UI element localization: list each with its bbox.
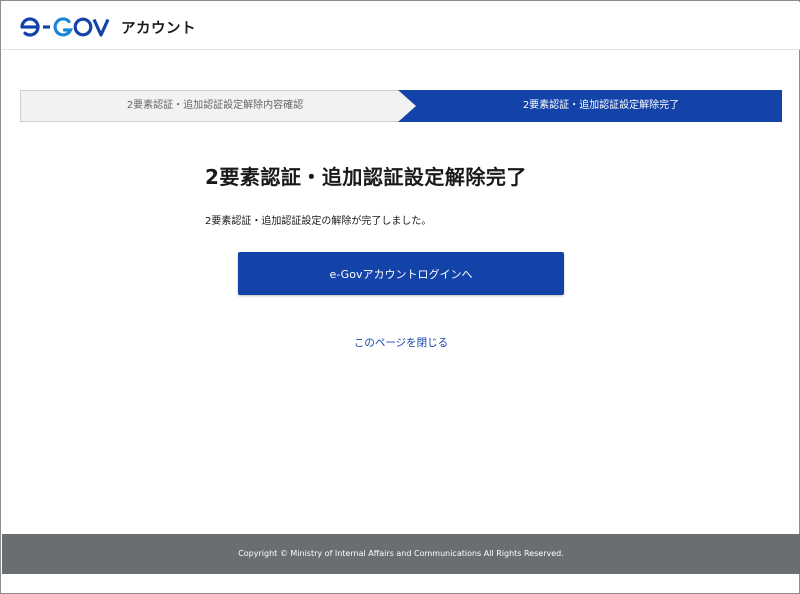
page-title: 2要素認証・追加認証設定解除完了	[205, 165, 527, 189]
copyright-text: Copyright © Ministry of Internal Affairs…	[238, 549, 564, 558]
site-footer: Copyright © Ministry of Internal Affairs…	[2, 534, 800, 574]
site-header: アカウント	[2, 2, 800, 50]
completion-message: 2要素認証・追加認証設定の解除が完了しました。	[205, 216, 432, 227]
page-frame: アカウント 2要素認証・追加認証設定解除内容確認 2要素認証・追加認証設定解除完…	[0, 0, 800, 594]
login-button[interactable]: e-Govアカウントログインへ	[238, 252, 564, 295]
step-complete: 2要素認証・追加認証設定解除完了	[522, 100, 680, 111]
close-page-link[interactable]: このページを閉じる	[1, 335, 800, 350]
e-gov-logo-icon	[20, 17, 110, 37]
e-gov-logo[interactable]: アカウント	[20, 15, 196, 39]
step-confirm: 2要素認証・追加認証設定解除内容確認	[126, 100, 304, 111]
progress-steps: 2要素認証・追加認証設定解除内容確認 2要素認証・追加認証設定解除完了	[20, 90, 782, 122]
service-name: アカウント	[121, 20, 196, 37]
